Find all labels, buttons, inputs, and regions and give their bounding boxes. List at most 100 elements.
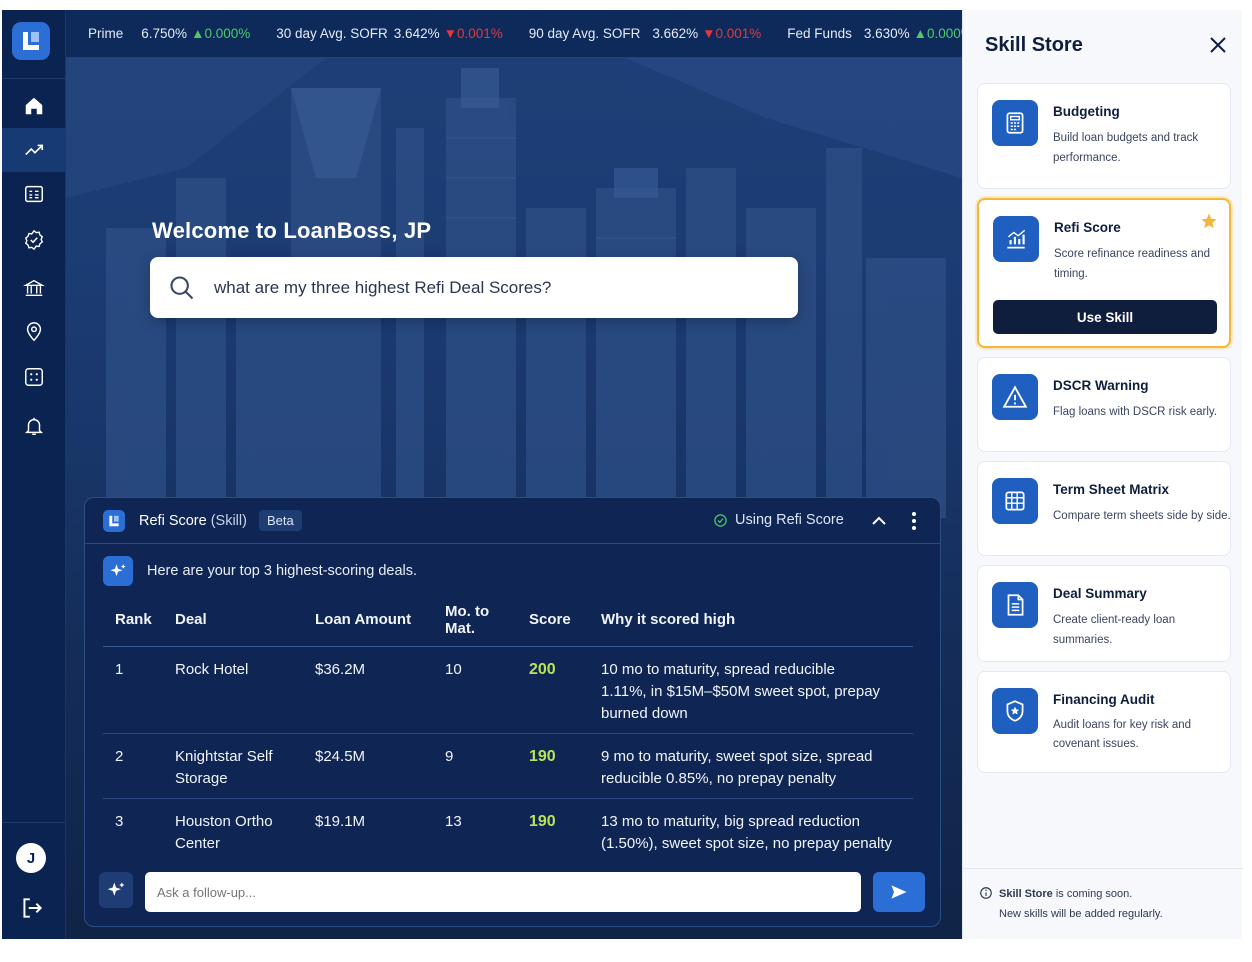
- check-circle-icon: [714, 513, 727, 527]
- months-cell: 9: [433, 733, 517, 799]
- ticker-label: 90 day Avg. SOFR: [528, 26, 641, 41]
- skill-description: Compare term sheets side by side.: [1053, 510, 1231, 522]
- close-icon[interactable]: [1209, 36, 1227, 54]
- rank-cell: 2: [103, 733, 163, 799]
- skill-card-term-sheet-matrix[interactable]: Term Sheet Matrix Compare term sheets si…: [977, 461, 1231, 556]
- skill-title: Budgeting: [1053, 104, 1120, 119]
- sparkle-icon: [103, 556, 133, 586]
- down-arrow-icon: ▼: [443, 26, 457, 41]
- search-input[interactable]: [214, 277, 774, 298]
- table-row[interactable]: 1 Rock Hotel $36.2M 10 200 10 mo to matu…: [103, 646, 913, 734]
- rank-cell: 3: [115, 812, 124, 830]
- sparkle-button[interactable]: [99, 872, 133, 908]
- score-cell: 190: [517, 733, 589, 799]
- welcome-heading: Welcome to LoanBoss, JP: [152, 218, 432, 243]
- sidebar-item-list[interactable]: [2, 172, 66, 216]
- sidebar: J: [2, 10, 66, 939]
- ticker-item-sofr30: 30 day Avg. SOFR 3.642% ▼ 0.001%: [276, 26, 503, 41]
- table-row[interactable]: 2 Knightstar Self Storage $24.5M 9 190 9…: [103, 733, 913, 799]
- skill-title: Financing Audit: [1053, 692, 1155, 707]
- bank-icon: [23, 279, 45, 297]
- sidebar-item-trending[interactable]: [2, 128, 66, 172]
- column-header: Rank: [103, 596, 163, 647]
- up-arrow-icon: ▲: [913, 26, 928, 41]
- sidebar-item-bank[interactable]: [2, 266, 66, 310]
- ticker-value: 3.642%: [393, 26, 440, 41]
- score-cell: 200: [517, 646, 589, 734]
- column-header: Why it scored high: [589, 596, 913, 647]
- results-table: Rank Deal Loan Amount Mo. to Mat. Score …: [103, 596, 913, 863]
- down-arrow-icon: ▼: [702, 26, 716, 41]
- ticker-value: 3.662%: [652, 26, 699, 41]
- document-icon: [992, 582, 1038, 628]
- store-note-rest: is coming soon.: [1052, 888, 1133, 900]
- sidebar-divider: [2, 78, 66, 79]
- table-row[interactable]: 3 Houston Ortho Center $19.1M 13 190 13 …: [103, 798, 913, 863]
- why-cell: 10 mo to maturity, spread reducible 1.11…: [589, 646, 913, 734]
- warning-icon: [992, 374, 1038, 420]
- use-skill-button[interactable]: Use Skill: [993, 300, 1217, 334]
- followup-input[interactable]: [145, 872, 861, 912]
- ticker-label: 30 day Avg. SOFR: [276, 26, 388, 41]
- list-card-icon: [25, 185, 43, 203]
- skill-card-budgeting[interactable]: Budgeting Build loan budgets and track p…: [977, 83, 1231, 189]
- skill-title: Term Sheet Matrix: [1053, 482, 1170, 497]
- table-grid-icon: [992, 478, 1038, 524]
- column-header: Mo. to Mat.: [433, 596, 517, 647]
- rank-cell: 1: [103, 646, 163, 734]
- ticker-item-fedfunds: Fed Funds 3.630% ▲ 0.000%: [787, 26, 962, 41]
- sidebar-item-home[interactable]: [2, 84, 66, 128]
- app-window: J Prime 6.750% ▲ 0.000% 30 day Avg. SOFR…: [2, 10, 1243, 939]
- months-cell: 10: [433, 646, 517, 734]
- send-button[interactable]: [873, 872, 925, 912]
- skill-store-panel: Skill Store Budgeting Build loan budgets…: [962, 10, 1243, 939]
- column-header: Score: [517, 596, 589, 647]
- beta-badge: Beta: [258, 510, 302, 531]
- star-icon[interactable]: [1200, 212, 1218, 230]
- deal-cell: Rock Hotel: [163, 646, 303, 734]
- why-cell: 9 mo to maturity, sweet spot size, sprea…: [589, 733, 913, 799]
- skill-title: Refi Score: [1054, 220, 1121, 235]
- store-footer-divider: [963, 868, 1243, 869]
- ticker-change: 0.000%: [927, 26, 962, 41]
- store-title: Skill Store: [985, 34, 1083, 56]
- up-arrow-icon: ▲: [191, 26, 205, 41]
- ticker-change: 0.000%: [204, 26, 251, 41]
- ticker-label: Fed Funds: [787, 26, 852, 41]
- months-cell: 13: [445, 812, 462, 830]
- skill-card-refi-score[interactable]: Refi Score Score refinance readiness and…: [977, 198, 1231, 348]
- more-options-icon[interactable]: [911, 511, 917, 531]
- chevron-up-icon[interactable]: [871, 514, 887, 528]
- amount-cell: $19.1M: [315, 812, 366, 830]
- skill-title: DSCR Warning: [1053, 378, 1149, 393]
- avatar[interactable]: J: [16, 843, 46, 873]
- store-note-line1: Skill Store is coming soon.: [999, 884, 1132, 904]
- skill-title: Deal Summary: [1053, 586, 1147, 601]
- sidebar-item-settings[interactable]: [2, 218, 66, 262]
- logout-icon[interactable]: [19, 895, 45, 921]
- location-pin-icon: [26, 322, 42, 342]
- status-text: Using Refi Score: [735, 512, 844, 528]
- skill-card-deal-summary[interactable]: Deal Summary Create client-ready loan su…: [977, 565, 1231, 662]
- info-icon: [980, 887, 992, 899]
- search-bar[interactable]: [150, 257, 798, 318]
- sidebar-item-notifications[interactable]: [2, 404, 66, 448]
- table-header-row: Rank Deal Loan Amount Mo. to Mat. Score …: [103, 596, 913, 647]
- skill-card-financing-audit[interactable]: Financing Audit Audit loans for key risk…: [977, 671, 1231, 773]
- loanboss-logo-icon[interactable]: [12, 22, 50, 60]
- ticker-item-sofr90: 90 day Avg. SOFR 3.662% ▼ 0.001%: [529, 26, 762, 41]
- sidebar-item-grid[interactable]: [2, 355, 66, 399]
- loanboss-logo-icon: [103, 509, 125, 532]
- amount-cell: $36.2M: [303, 646, 433, 734]
- ticker-change: 0.001%: [715, 26, 762, 41]
- skill-card-dscr-warning[interactable]: DSCR Warning Flag loans with DSCR risk e…: [977, 357, 1231, 452]
- ticker-value: 6.750%: [141, 26, 188, 41]
- score-cell: 190: [529, 812, 556, 830]
- calculator-icon: [992, 100, 1038, 146]
- sparkle-icon: [107, 882, 125, 896]
- bell-icon: [24, 417, 44, 435]
- deal-cell: Houston Ortho Center: [175, 812, 273, 852]
- skill-description: Flag loans with DSCR risk early.: [1053, 406, 1218, 418]
- sidebar-item-location[interactable]: [2, 310, 66, 354]
- search-icon: [170, 275, 194, 299]
